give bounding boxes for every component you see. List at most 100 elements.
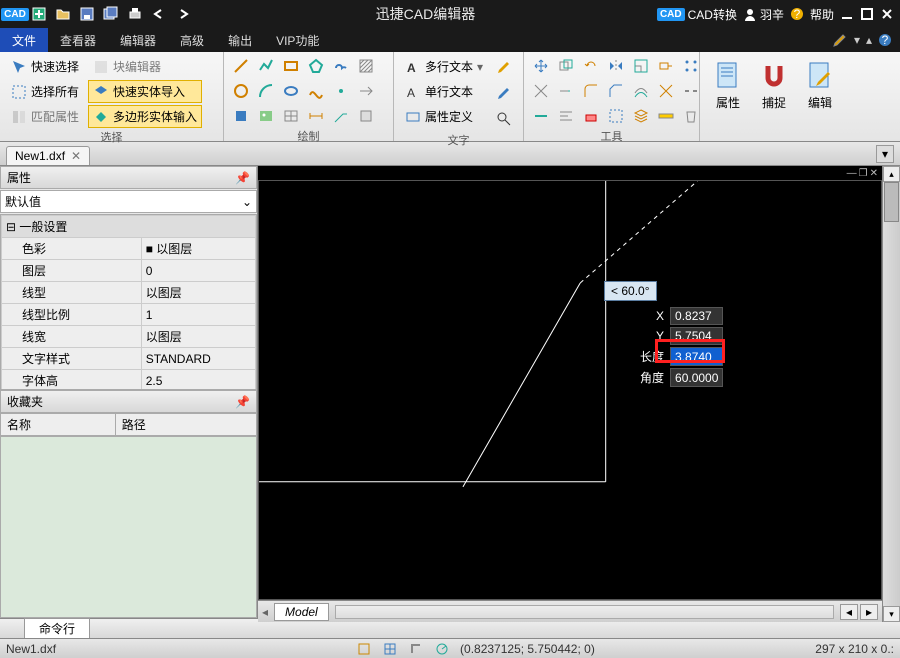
arc-tool-icon[interactable]	[255, 80, 277, 102]
match-props-button[interactable]: 匹配属性	[6, 105, 84, 128]
fav-col-name[interactable]: 名称	[1, 414, 116, 435]
menu-tab-3[interactable]: 高级	[168, 28, 216, 52]
open-icon[interactable]	[52, 3, 74, 25]
edit-bigbutton[interactable]: 编辑	[798, 55, 842, 116]
align-tool-icon[interactable]	[555, 105, 577, 127]
hscrollbar[interactable]	[335, 605, 834, 619]
image-tool-icon[interactable]	[255, 105, 277, 127]
ellipse-tool-icon[interactable]	[280, 80, 302, 102]
trim-tool-icon[interactable]	[530, 80, 552, 102]
ribbon-min-icon[interactable]: ▴	[866, 33, 872, 47]
pin-icon[interactable]: 📌	[235, 171, 250, 185]
cloud-tool-icon[interactable]	[330, 55, 352, 77]
vscrollbar[interactable]: ▴ ▾	[882, 166, 900, 622]
prop-value[interactable]: STANDARD	[141, 348, 255, 370]
readout-value[interactable]: 0.8237	[670, 307, 723, 325]
pen-icon[interactable]	[832, 32, 848, 48]
table-tool-icon[interactable]	[280, 105, 302, 127]
prop-value[interactable]: 以图层	[141, 282, 255, 304]
prop-value[interactable]: ■ 以图层	[141, 238, 255, 260]
canvas-close-icon[interactable]: ✕	[870, 168, 878, 179]
hscroll-left-icon[interactable]: ◂	[840, 604, 858, 620]
snap-bigbutton[interactable]: 捕捉	[752, 55, 796, 116]
menu-tab-2[interactable]: 编辑器	[108, 28, 168, 52]
layer-tool-icon[interactable]	[630, 105, 652, 127]
measure-tool-icon[interactable]	[655, 105, 677, 127]
canvas-min-icon[interactable]: —	[847, 168, 857, 179]
stext-button[interactable]: A单行文本	[400, 80, 488, 103]
rect-tool-icon[interactable]	[280, 55, 302, 77]
poly-solid-input-button[interactable]: 多边形实体输入	[88, 105, 202, 128]
app-icon[interactable]: CAD	[4, 3, 26, 25]
drawing-canvas[interactable]: < 60.0° X0.8237Y5.7504长度3.8740角度60.0000	[258, 180, 882, 600]
print-icon[interactable]	[124, 3, 146, 25]
help-button[interactable]: 帮助	[810, 6, 834, 23]
vscroll-up-icon[interactable]: ▴	[883, 166, 900, 182]
scale-tool-icon[interactable]	[630, 55, 652, 77]
array-tool-icon[interactable]	[680, 55, 702, 77]
mirror-tool-icon[interactable]	[605, 55, 627, 77]
help2-icon[interactable]: ?	[878, 33, 892, 47]
move-tool-icon[interactable]	[530, 55, 552, 77]
join-tool-icon[interactable]	[530, 105, 552, 127]
minimize-icon[interactable]	[840, 7, 854, 21]
status-snap-icon[interactable]	[356, 641, 372, 657]
prop-value[interactable]: 2.5	[141, 370, 255, 391]
saveall-icon[interactable]	[100, 3, 122, 25]
fav-col-path[interactable]: 路径	[116, 414, 152, 435]
fav-panel-header[interactable]: 收藏夹 📌	[0, 390, 257, 413]
explode-tool-icon[interactable]	[655, 80, 677, 102]
prop-value[interactable]: 0	[141, 260, 255, 282]
stretch-tool-icon[interactable]	[655, 55, 677, 77]
maximize-icon[interactable]	[860, 7, 874, 21]
status-ortho-icon[interactable]	[408, 641, 424, 657]
insert-tool-icon[interactable]	[230, 105, 252, 127]
dim-tool-icon[interactable]	[305, 105, 327, 127]
status-polar-icon[interactable]	[434, 641, 450, 657]
quick-select-button[interactable]: 快速选择	[6, 55, 84, 78]
prop-section[interactable]: ⊟ 一般设置	[2, 216, 256, 238]
status-grid-icon[interactable]	[382, 641, 398, 657]
line-tool-icon[interactable]	[230, 55, 252, 77]
region-tool-icon[interactable]	[355, 105, 377, 127]
close-icon[interactable]	[880, 7, 894, 21]
select-all-button[interactable]: 选择所有	[6, 80, 84, 103]
canvas-max-icon[interactable]: ❐	[859, 168, 868, 179]
spline-tool-icon[interactable]	[305, 80, 327, 102]
hatch-tool-icon[interactable]	[355, 55, 377, 77]
user-button[interactable]: 羽辛	[743, 6, 784, 23]
chamfer-tool-icon[interactable]	[605, 80, 627, 102]
text-style-icon[interactable]	[492, 81, 516, 105]
model-tab[interactable]: Model	[274, 603, 329, 621]
polygon-tool-icon[interactable]	[305, 55, 327, 77]
readout-value[interactable]: 60.0000	[670, 368, 723, 387]
point-tool-icon[interactable]	[330, 80, 352, 102]
leader-tool-icon[interactable]	[330, 105, 352, 127]
props-panel-header[interactable]: 属性 📌	[0, 166, 257, 189]
text-find-icon[interactable]	[492, 107, 516, 131]
quick-solid-import-button[interactable]: 快速实体导入	[88, 80, 202, 103]
points-icon[interactable]: ?	[790, 7, 804, 21]
copy-tool-icon[interactable]	[555, 55, 577, 77]
ray-tool-icon[interactable]	[355, 80, 377, 102]
props-default-combo[interactable]: 默认值 ⌄	[0, 190, 257, 213]
attrdef-button[interactable]: 属性定义	[400, 105, 488, 128]
save-icon[interactable]	[76, 3, 98, 25]
circle-tool-icon[interactable]	[230, 80, 252, 102]
cad-convert-button[interactable]: CADCAD转换	[657, 6, 737, 23]
prop-value[interactable]: 以图层	[141, 326, 255, 348]
pin-icon-2[interactable]: 📌	[235, 395, 250, 409]
extend-tool-icon[interactable]	[555, 80, 577, 102]
props-bigbutton[interactable]: 属性	[706, 55, 750, 116]
document-tab[interactable]: New1.dxf ✕	[6, 146, 90, 165]
group-tool-icon[interactable]	[605, 105, 627, 127]
menu-tab-5[interactable]: VIP功能	[264, 28, 331, 52]
new-icon[interactable]	[28, 3, 50, 25]
text-edit-icon[interactable]	[492, 55, 516, 79]
prop-value[interactable]: 1	[141, 304, 255, 326]
model-prev-icon[interactable]: ◂	[262, 605, 268, 619]
polyline-tool-icon[interactable]	[255, 55, 277, 77]
block-editor-button[interactable]: 块编辑器	[88, 55, 202, 78]
fillet-tool-icon[interactable]	[580, 80, 602, 102]
erase-tool-icon[interactable]	[580, 105, 602, 127]
